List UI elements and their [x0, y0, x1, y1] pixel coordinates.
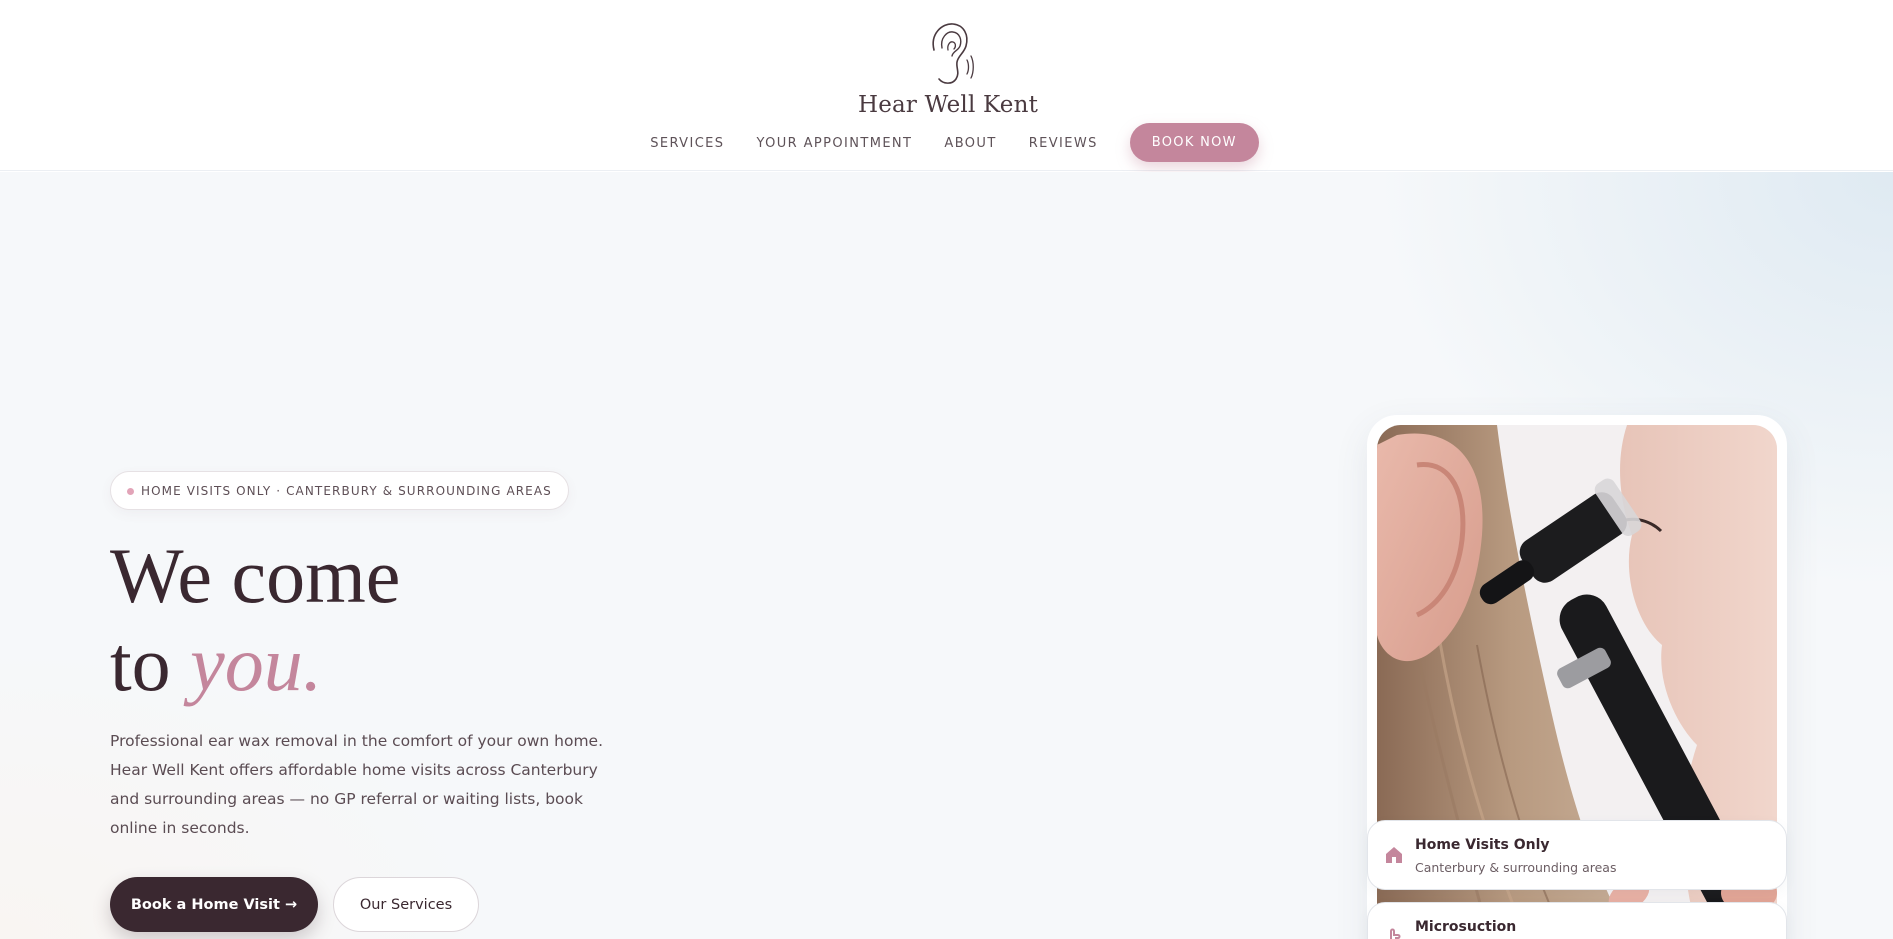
hero-section: HOME VISITS ONLY · CANTERBURY & SURROUND… [0, 172, 1893, 939]
location-badge: HOME VISITS ONLY · CANTERBURY & SURROUND… [110, 471, 569, 510]
hero-headline: We come to you. [110, 532, 400, 708]
site-header: Hear Well Kent SERVICES YOUR APPOINTMENT… [0, 0, 1893, 171]
headline-line-2-prefix: to [110, 620, 171, 707]
badge-text: HOME VISITS ONLY · CANTERBURY & SURROUND… [141, 483, 552, 498]
nav-item-about[interactable]: ABOUT [944, 136, 996, 151]
feature-card-microsuction[interactable]: Microsuction [1367, 902, 1787, 939]
hand-icon [1390, 928, 1401, 939]
ear-icon [932, 23, 974, 84]
nav-item-services[interactable]: SERVICES [650, 136, 724, 151]
logo[interactable]: Hear Well Kent [858, 20, 1038, 118]
badge-dot-icon [127, 488, 134, 495]
hero-description: Professional ear wax removal in the comf… [110, 732, 604, 837]
book-now-button[interactable]: BOOK NOW [1129, 123, 1259, 162]
feature-card-home-visits[interactable]: Home Visits Only Canterbury & surroundin… [1367, 820, 1787, 890]
our-services-button[interactable]: Our Services [333, 877, 479, 932]
nav-item-reviews[interactable]: REVIEWS [1029, 136, 1098, 151]
feature-title: Home Visits Only [1415, 837, 1550, 853]
brand-name: Hear Well Kent [857, 92, 1039, 118]
main-nav: SERVICES YOUR APPOINTMENT ABOUT REVIEWS … [0, 123, 1893, 162]
feature-title: Microsuction [1415, 919, 1517, 935]
feature-subtitle: Canterbury & surrounding areas [1415, 860, 1617, 875]
headline-accent: you. [190, 620, 323, 707]
headline-line-1: We come [110, 532, 401, 619]
nav-item-your-appointment[interactable]: YOUR APPOINTMENT [756, 136, 912, 151]
home-icon [1386, 847, 1402, 863]
book-home-visit-button[interactable]: Book a Home Visit → [110, 877, 318, 932]
